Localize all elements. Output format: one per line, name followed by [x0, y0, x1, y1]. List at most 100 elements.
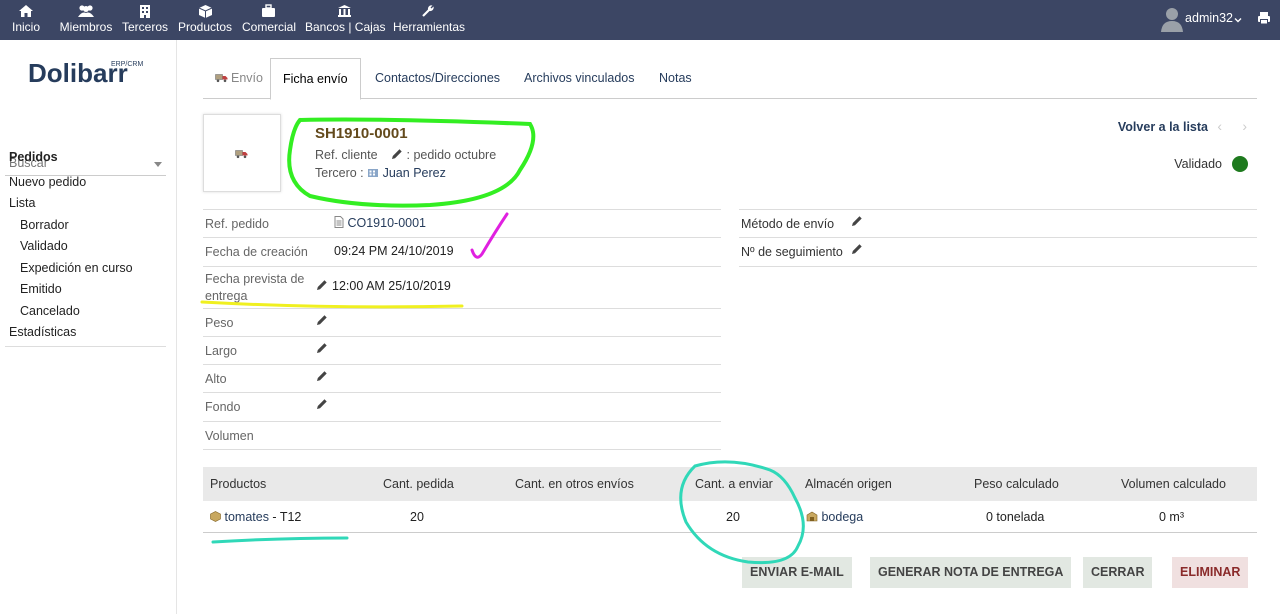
sidebar-item-pedidos[interactable]: Pedidos	[9, 150, 58, 164]
username-label[interactable]: admin32	[1185, 11, 1233, 25]
sidebar-item-expedicion[interactable]: Expedición en curso	[20, 261, 133, 275]
menu-miembros[interactable]: Miembros	[58, 0, 114, 40]
shipment-ref: SH1910-0001	[315, 125, 408, 142]
sidebar-item-borrador[interactable]: Borrador	[20, 218, 69, 232]
delivery-date-value: 12:00 AM 25/10/2019	[332, 279, 451, 293]
qty-ordered-cell: 20	[410, 510, 424, 524]
column-header: Almacén origen	[805, 477, 892, 491]
warehouse-cell: bodega	[806, 510, 863, 525]
field-row-depth: Fondo	[203, 393, 721, 422]
field-label: Fecha de creación	[205, 245, 308, 259]
tab-archivos[interactable]: Archivos vinculados	[512, 58, 646, 99]
chevron-down-icon[interactable]	[1234, 13, 1242, 27]
menu-label: Bancos | Cajas	[305, 20, 386, 34]
pencil-icon[interactable]	[316, 370, 328, 385]
ref-client-line: Ref. cliente : pedido octubre	[315, 148, 496, 163]
column-header: Cant. pedida	[383, 477, 454, 491]
sidebar-item-emitido[interactable]: Emitido	[20, 282, 62, 296]
menu-herramientas[interactable]: Herramientas	[393, 0, 466, 40]
third-party-link[interactable]: Juan Perez	[383, 166, 446, 180]
menu-bancos-cajas[interactable]: Bancos | Cajas	[305, 0, 386, 40]
menu-label: Miembros	[59, 20, 113, 34]
chevron-down-icon[interactable]	[154, 162, 162, 167]
truck-icon	[235, 148, 248, 162]
chevron-right-icon[interactable]: ›	[1242, 118, 1247, 134]
company-icon	[367, 167, 379, 181]
column-header: Cant. en otros envíos	[515, 477, 634, 491]
menu-terceros[interactable]: Terceros	[122, 0, 168, 40]
tab-contactos[interactable]: Contactos/Direcciones	[363, 58, 512, 99]
menu-productos[interactable]: Productos	[178, 0, 232, 40]
field-value: 09:24 PM 24/10/2019	[334, 244, 454, 258]
delete-button[interactable]: Eliminar	[1172, 557, 1249, 588]
sidebar-item-estadisticas[interactable]: Estadísticas	[9, 325, 76, 339]
pencil-icon[interactable]	[316, 342, 328, 357]
table-header: Productos Cant. pedida Cant. en otros en…	[203, 467, 1257, 501]
briefcase-icon	[242, 0, 294, 20]
pencil-icon[interactable]	[851, 215, 863, 230]
volume-cell: 0 m³	[1159, 510, 1184, 524]
field-label: Alto	[205, 372, 227, 386]
field-row-shipping-method: Método de envío	[739, 210, 1257, 238]
logo-subtitle: ERP/CRM	[111, 61, 144, 68]
document-icon	[334, 216, 344, 231]
send-email-button[interactable]: Enviar e-mail	[742, 557, 852, 588]
back-to-list-link[interactable]: Volver a la lista	[1118, 120, 1208, 134]
pencil-icon[interactable]	[391, 148, 403, 163]
third-party-label: Tercero :	[315, 166, 364, 180]
column-header: Productos	[210, 477, 267, 491]
shipment-photo	[203, 114, 281, 192]
close-shipment-button[interactable]: Cerrar	[1083, 557, 1153, 588]
building-icon	[122, 0, 168, 20]
menu-label: Terceros	[122, 20, 169, 34]
field-row-volume: Volumen	[203, 422, 721, 450]
field-value: CO1910-0001	[334, 216, 426, 231]
table-row: tomates - T12 20 20 bodega 0 tonelada 0 …	[203, 501, 1257, 533]
status-label: Validado	[1174, 157, 1222, 171]
field-label: Peso	[205, 316, 234, 330]
menu-inicio[interactable]: Inicio	[8, 0, 44, 40]
pencil-icon[interactable]	[316, 398, 328, 413]
avatar[interactable]	[1160, 6, 1184, 32]
tab-ficha-envio[interactable]: Ficha envío	[270, 58, 361, 100]
wrench-icon	[393, 0, 463, 20]
pencil-icon[interactable]	[851, 243, 863, 258]
menu-label: Comercial	[242, 20, 297, 34]
status-badge	[1232, 156, 1248, 172]
sidebar-item-validado[interactable]: Validado	[20, 239, 68, 253]
product-description: - T12	[268, 510, 302, 524]
print-icon[interactable]	[1257, 11, 1271, 28]
tab-notas[interactable]: Notas	[647, 58, 704, 99]
field-value: 12:00 AM 25/10/2019	[316, 279, 451, 294]
menu-label: Herramientas	[393, 20, 466, 34]
menu-label: Inicio	[11, 20, 40, 34]
pencil-icon[interactable]	[316, 279, 328, 294]
ref-client-label: Ref. cliente	[315, 148, 378, 162]
chevron-left-icon[interactable]: ‹	[1217, 118, 1222, 134]
field-label: Fondo	[205, 400, 241, 414]
sidebar-item-cancelado[interactable]: Cancelado	[20, 304, 80, 318]
shipment-fields-left: Ref. pedido CO1910-0001 Fecha de creació…	[203, 209, 721, 450]
tab-label: Envío	[231, 71, 263, 85]
column-header: Cant. a enviar	[695, 477, 773, 491]
company-logo[interactable]: Dolibarr ERP/CRM	[28, 58, 143, 89]
field-row-tracking: Nº de seguimiento	[739, 238, 1257, 267]
shipment-fields-right: Método de envío Nº de seguimiento	[739, 209, 1257, 267]
product-link[interactable]: tomates	[224, 510, 268, 524]
sidebar-item-nuevo-pedido[interactable]: Nuevo pedido	[9, 175, 86, 189]
generate-delivery-note-button[interactable]: Generar nota de entrega	[870, 557, 1072, 588]
qty-to-ship-cell: 20	[726, 510, 740, 524]
top-navigation-bar: Inicio Miembros Terceros Productos Comer…	[0, 0, 1280, 40]
menu-comercial[interactable]: Comercial	[242, 0, 297, 40]
field-label: Ref. pedido	[205, 217, 269, 231]
tab-bar: Envío Ficha envío Contactos/Direcciones …	[203, 58, 1257, 100]
sidebar-item-lista[interactable]: Lista	[9, 196, 35, 210]
pencil-icon[interactable]	[316, 314, 328, 329]
order-ref-link[interactable]: CO1910-0001	[347, 216, 426, 230]
column-header: Volumen calculado	[1121, 477, 1226, 491]
sidebar-divider	[5, 346, 166, 347]
warehouse-link[interactable]: bodega	[821, 510, 863, 524]
tab-envio[interactable]: Envío	[203, 58, 275, 99]
truck-icon	[215, 59, 228, 99]
third-party-line: Tercero : Juan Perez	[315, 166, 446, 181]
